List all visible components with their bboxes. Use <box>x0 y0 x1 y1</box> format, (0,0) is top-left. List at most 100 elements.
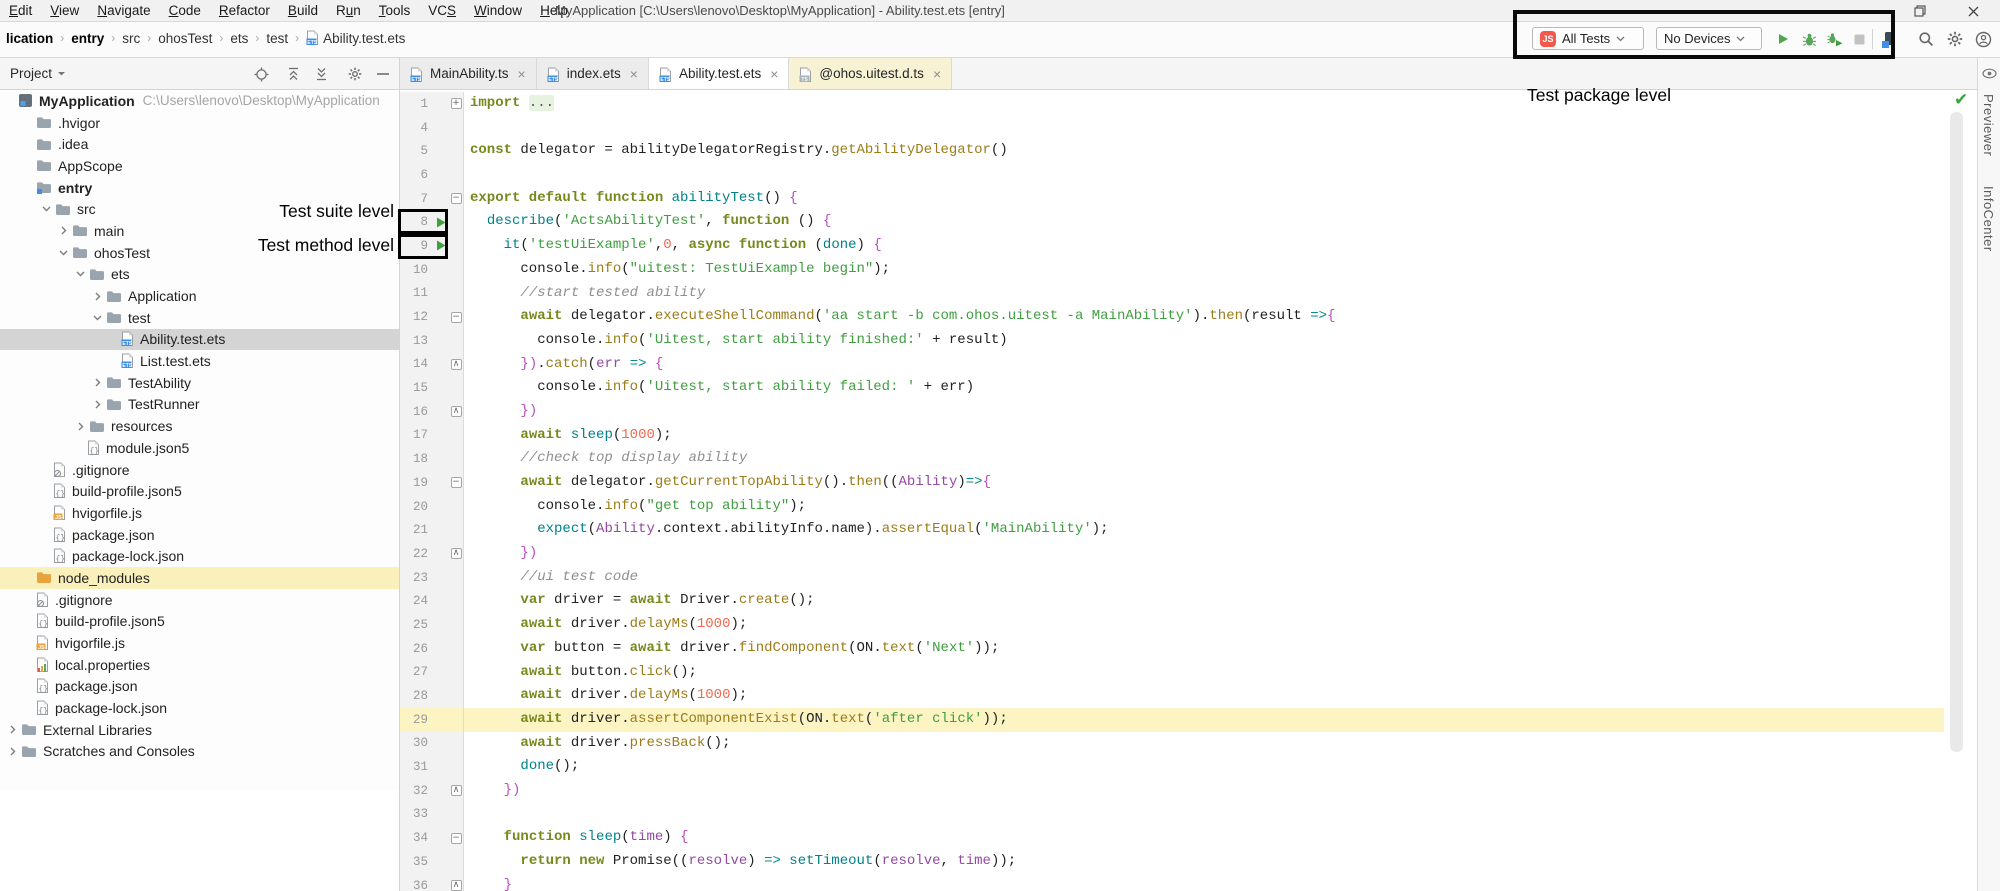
tree-item-external-libraries[interactable]: External Libraries <box>0 719 399 741</box>
chevron-right-icon[interactable] <box>91 400 104 409</box>
tree-item-hvigorfile-js[interactable]: JShvigorfile.js <box>0 632 399 654</box>
editor-tab-ability-test-ets[interactable]: ETSAbility.test.ets× <box>649 58 789 89</box>
tree-item-local-properties[interactable]: local.properties <box>0 654 399 676</box>
close-tab-icon[interactable]: × <box>518 66 526 82</box>
locate-file-button[interactable] <box>252 66 270 82</box>
close-tab-icon[interactable]: × <box>933 66 941 82</box>
profile-button[interactable] <box>1972 28 1994 50</box>
tree-item-scratches-and-consoles[interactable]: Scratches and Consoles <box>0 741 399 763</box>
chevron-right-icon[interactable] <box>74 422 87 431</box>
chevron-down-icon[interactable] <box>91 315 104 321</box>
run-test-gutter-icon[interactable] <box>432 217 449 228</box>
chevron-right-icon[interactable] <box>6 725 19 734</box>
run-button[interactable] <box>1772 28 1794 50</box>
chevron-down-icon[interactable] <box>74 271 87 277</box>
editor-tab--ohos-uitest-d-ts[interactable]: TS@ohos.uitest.d.ts× <box>789 58 952 89</box>
tree-item-resources[interactable]: resources <box>0 415 399 437</box>
editor-scrollbar[interactable] <box>1950 112 1963 752</box>
menu-vcs[interactable]: VCS <box>419 3 465 18</box>
chevron-right-icon[interactable] <box>91 292 104 301</box>
tree-item-application[interactable]: Application <box>0 285 399 307</box>
tree-item-package-json[interactable]: {}package.json <box>0 524 399 546</box>
tree-item-build-profile-json5[interactable]: {}build-profile.json5 <box>0 480 399 502</box>
tree-item-package-lock-json[interactable]: {}package-lock.json <box>0 697 399 719</box>
tree-item-node-modules[interactable]: node_modules <box>0 567 399 589</box>
tree-item-myapplication[interactable]: MyApplicationC:\Users\lenovo\Desktop\MyA… <box>0 90 399 112</box>
tree-item--hvigor[interactable]: .hvigor <box>0 112 399 134</box>
chevron-down-icon[interactable] <box>40 206 53 212</box>
breadcrumb-item-ohostest[interactable]: ohosTest <box>158 31 212 46</box>
fold-marker-minus-icon[interactable]: − <box>451 312 462 323</box>
tree-item-testrunner[interactable]: TestRunner <box>0 394 399 416</box>
breadcrumb-item-test[interactable]: test <box>266 31 288 46</box>
menu-tools[interactable]: Tools <box>370 3 420 18</box>
tree-item-ability-test-ets[interactable]: ETSAbility.test.ets <box>0 329 399 351</box>
device-select[interactable]: No Devices <box>1656 27 1762 50</box>
tree-item-test[interactable]: test <box>0 307 399 329</box>
tree-item-testability[interactable]: TestAbility <box>0 372 399 394</box>
device-manager-button[interactable] <box>1878 28 1900 50</box>
tool-window-infocenter[interactable]: InfoCenter <box>1981 186 1996 252</box>
fold-marker-plus-icon[interactable]: + <box>451 98 462 109</box>
editor-tab-mainability-ts[interactable]: ETSMainAbility.ts× <box>400 58 537 89</box>
tree-item-hvigorfile-js[interactable]: JShvigorfile.js <box>0 502 399 524</box>
tree-item--idea[interactable]: .idea <box>0 133 399 155</box>
menu-run[interactable]: Run <box>327 3 370 18</box>
fold-marker-end-icon[interactable]: ∧ <box>451 785 462 796</box>
debug-button[interactable] <box>1798 28 1820 50</box>
tree-item-module-json5[interactable]: {}module.json5 <box>0 437 399 459</box>
tree-item-build-profile-json5[interactable]: {}build-profile.json5 <box>0 611 399 633</box>
menu-refactor[interactable]: Refactor <box>210 3 279 18</box>
tree-item--gitignore[interactable]: .gitignore <box>0 459 399 481</box>
expand-all-button[interactable] <box>284 66 302 82</box>
hide-panel-button[interactable] <box>374 66 392 82</box>
breadcrumb-item-ability.test.ets[interactable]: ETSAbility.test.ets <box>306 30 405 46</box>
chevron-right-icon[interactable] <box>91 378 104 387</box>
breadcrumb-item-src[interactable]: src <box>122 31 140 46</box>
close-window-icon[interactable] <box>1958 2 1988 20</box>
fold-marker-minus-icon[interactable]: − <box>451 477 462 488</box>
inspections-ok-check-icon[interactable]: ✔ <box>1954 90 1968 110</box>
restore-window-icon[interactable] <box>1905 2 1935 20</box>
menu-view[interactable]: View <box>41 3 88 18</box>
tool-window-previewer[interactable]: Previewer <box>1981 94 1996 156</box>
fold-marker-minus-icon[interactable]: − <box>451 193 462 204</box>
fold-marker-end-icon[interactable]: ∧ <box>451 548 462 559</box>
breadcrumb-item-lication[interactable]: lication <box>6 31 53 46</box>
search-everywhere-button[interactable] <box>1915 28 1937 50</box>
run-configuration-select[interactable]: JS All Tests <box>1532 27 1644 50</box>
collapse-all-button[interactable] <box>312 66 330 82</box>
tree-item-appscope[interactable]: AppScope <box>0 155 399 177</box>
tree-item-list-test-ets[interactable]: ETSList.test.ets <box>0 350 399 372</box>
attach-debugger-button[interactable] <box>1824 28 1846 50</box>
editor-tab-index-ets[interactable]: ETSindex.ets× <box>537 58 649 89</box>
tree-item-package-json[interactable]: {}package.json <box>0 676 399 698</box>
breadcrumb-item-ets[interactable]: ets <box>230 31 248 46</box>
menu-window[interactable]: Window <box>465 3 531 18</box>
tree-item-package-lock-json[interactable]: {}package-lock.json <box>0 545 399 567</box>
tree-item-ets[interactable]: ets <box>0 264 399 286</box>
panel-settings-button[interactable] <box>346 66 364 82</box>
tree-item-entry[interactable]: entry <box>0 177 399 199</box>
menu-navigate[interactable]: Navigate <box>88 3 159 18</box>
menu-build[interactable]: Build <box>279 3 327 18</box>
menu-edit[interactable]: Edit <box>0 3 41 18</box>
code-editor[interactable]: 1+import ...45const delegator = abilityD… <box>400 90 1944 891</box>
breadcrumb-item-entry[interactable]: entry <box>71 31 104 46</box>
fold-marker-end-icon[interactable]: ∧ <box>451 880 462 891</box>
fold-marker-end-icon[interactable]: ∧ <box>451 406 462 417</box>
stop-button[interactable] <box>1848 28 1870 50</box>
settings-button[interactable] <box>1944 28 1966 50</box>
fold-marker-end-icon[interactable]: ∧ <box>451 359 462 370</box>
close-tab-icon[interactable]: × <box>630 66 638 82</box>
eye-icon[interactable] <box>1982 66 1997 84</box>
fold-marker-minus-icon[interactable]: − <box>451 833 462 844</box>
close-tab-icon[interactable]: × <box>770 66 778 82</box>
project-panel-title[interactable]: Project <box>10 66 66 81</box>
chevron-down-icon[interactable] <box>57 250 70 256</box>
chevron-right-icon[interactable] <box>6 747 19 756</box>
menu-code[interactable]: Code <box>160 3 210 18</box>
tree-item--gitignore[interactable]: .gitignore <box>0 589 399 611</box>
chevron-right-icon[interactable] <box>57 226 70 235</box>
run-test-gutter-icon[interactable] <box>432 240 449 251</box>
